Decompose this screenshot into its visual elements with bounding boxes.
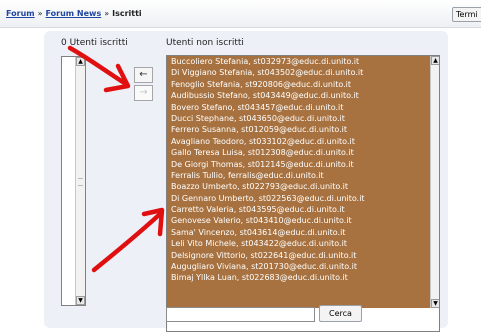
annotation-arrows: [67, 45, 165, 273]
annotation-arrow-bottom: [91, 211, 163, 273]
